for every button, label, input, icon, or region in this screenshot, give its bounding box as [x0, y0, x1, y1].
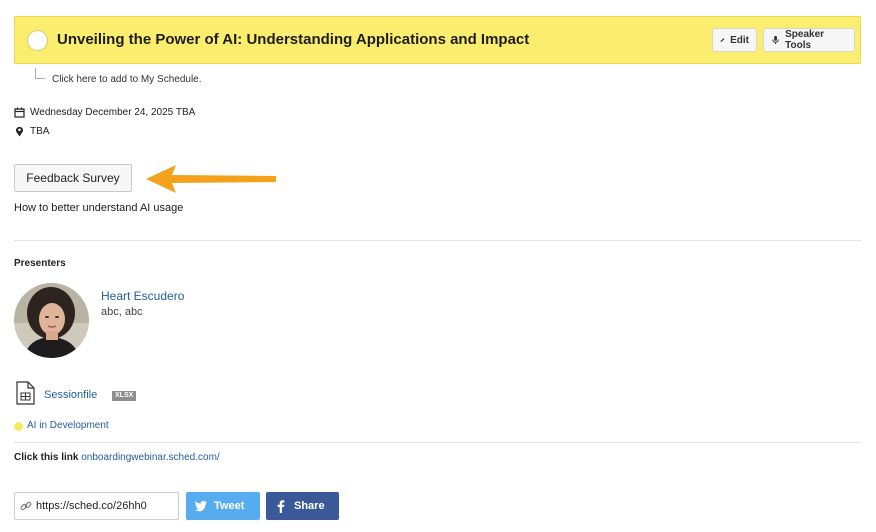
microphone-icon [772, 35, 779, 45]
edit-button[interactable]: Edit [712, 28, 757, 52]
share-label: Share [294, 500, 325, 512]
share-url-text: https://sched.co/26hh0 [36, 500, 147, 512]
session-date: Wednesday December 24, 2025 TBA [14, 107, 195, 118]
session-title: Unveiling the Power of AI: Understanding… [57, 31, 530, 48]
presenter-photo [14, 283, 89, 358]
speaker-tools-button[interactable]: Speaker Tools [763, 28, 855, 52]
arrow-pointer-icon [146, 165, 276, 193]
add-to-schedule-link[interactable]: Click here to add to My Schedule. [52, 74, 202, 85]
facebook-share-button[interactable]: Share [266, 492, 339, 520]
tweet-button[interactable]: Tweet [186, 492, 260, 520]
presenter-role: abc, abc [101, 306, 143, 318]
presenter-name-link[interactable]: Heart Escudero [101, 289, 184, 303]
feedback-survey-button[interactable]: Feedback Survey [14, 164, 132, 192]
divider [14, 442, 861, 443]
date-text: Wednesday December 24, 2025 TBA [30, 107, 196, 118]
twitter-bird-icon [194, 500, 207, 512]
file-type-badge: XLSX [112, 391, 137, 401]
tweet-label: Tweet [214, 500, 245, 512]
custom-link-row: Click this link onboardingwebinar.sched.… [14, 452, 220, 463]
pencil-icon [720, 38, 725, 43]
spreadsheet-file-icon[interactable] [16, 381, 35, 405]
map-pin-icon [16, 126, 23, 137]
session-header: Unveiling the Power of AI: Understanding… [14, 16, 861, 64]
custom-link-url[interactable]: onboardingwebinar.sched.com/ [81, 452, 219, 463]
session-file-link[interactable]: Sessionfile [44, 389, 97, 401]
track-color-dot [14, 422, 23, 431]
divider [14, 240, 861, 241]
avatar[interactable] [14, 283, 89, 358]
location-text: TBA [30, 126, 50, 137]
share-url-field[interactable]: https://sched.co/26hh0 [14, 492, 179, 520]
session-location: TBA [14, 126, 49, 137]
facebook-icon [277, 500, 285, 513]
calendar-icon [14, 107, 25, 118]
link-icon [20, 501, 32, 511]
connector-line [35, 68, 45, 79]
speaker-tools-label: Speaker Tools [785, 29, 825, 51]
track-link[interactable]: AI in Development [27, 420, 109, 431]
session-description: How to better understand AI usage [14, 202, 184, 214]
add-to-schedule-toggle[interactable] [27, 30, 48, 51]
presenters-heading: Presenters [14, 258, 66, 269]
edit-label: Edit [730, 34, 749, 46]
custom-link-label: Click this link [14, 452, 79, 463]
